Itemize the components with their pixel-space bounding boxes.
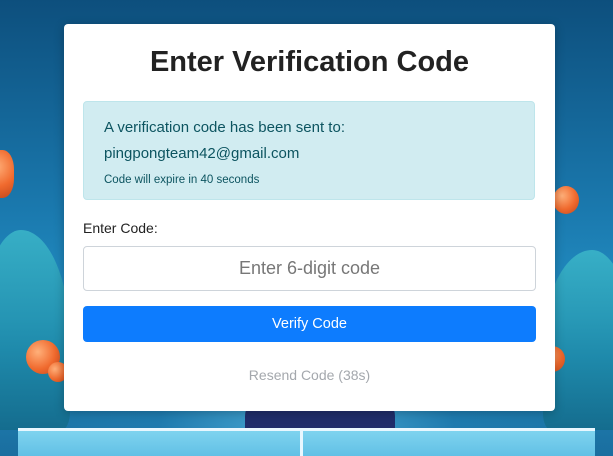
info-alert: A verification code has been sent to: pi… (83, 101, 535, 200)
code-input[interactable] (83, 246, 536, 291)
ping-pong-ball-icon (553, 186, 579, 214)
ping-pong-ball-icon (0, 150, 14, 198)
alert-expiry: Code will expire in 40 seconds (104, 174, 260, 186)
alert-email: pingpongteam42@gmail.com (104, 145, 300, 162)
code-label: Enter Code: (83, 220, 158, 236)
background-table-line (300, 428, 303, 456)
alert-message: A verification code has been sent to: (104, 119, 345, 136)
verify-code-button[interactable]: Verify Code (83, 306, 536, 342)
page-title: Enter Verification Code (149, 46, 470, 78)
background-plant-left (0, 230, 70, 430)
background-table (18, 428, 595, 456)
resend-code-link[interactable]: Resend Code (38s) (64, 367, 555, 383)
verification-card: Enter Verification Code A verification c… (64, 24, 555, 411)
